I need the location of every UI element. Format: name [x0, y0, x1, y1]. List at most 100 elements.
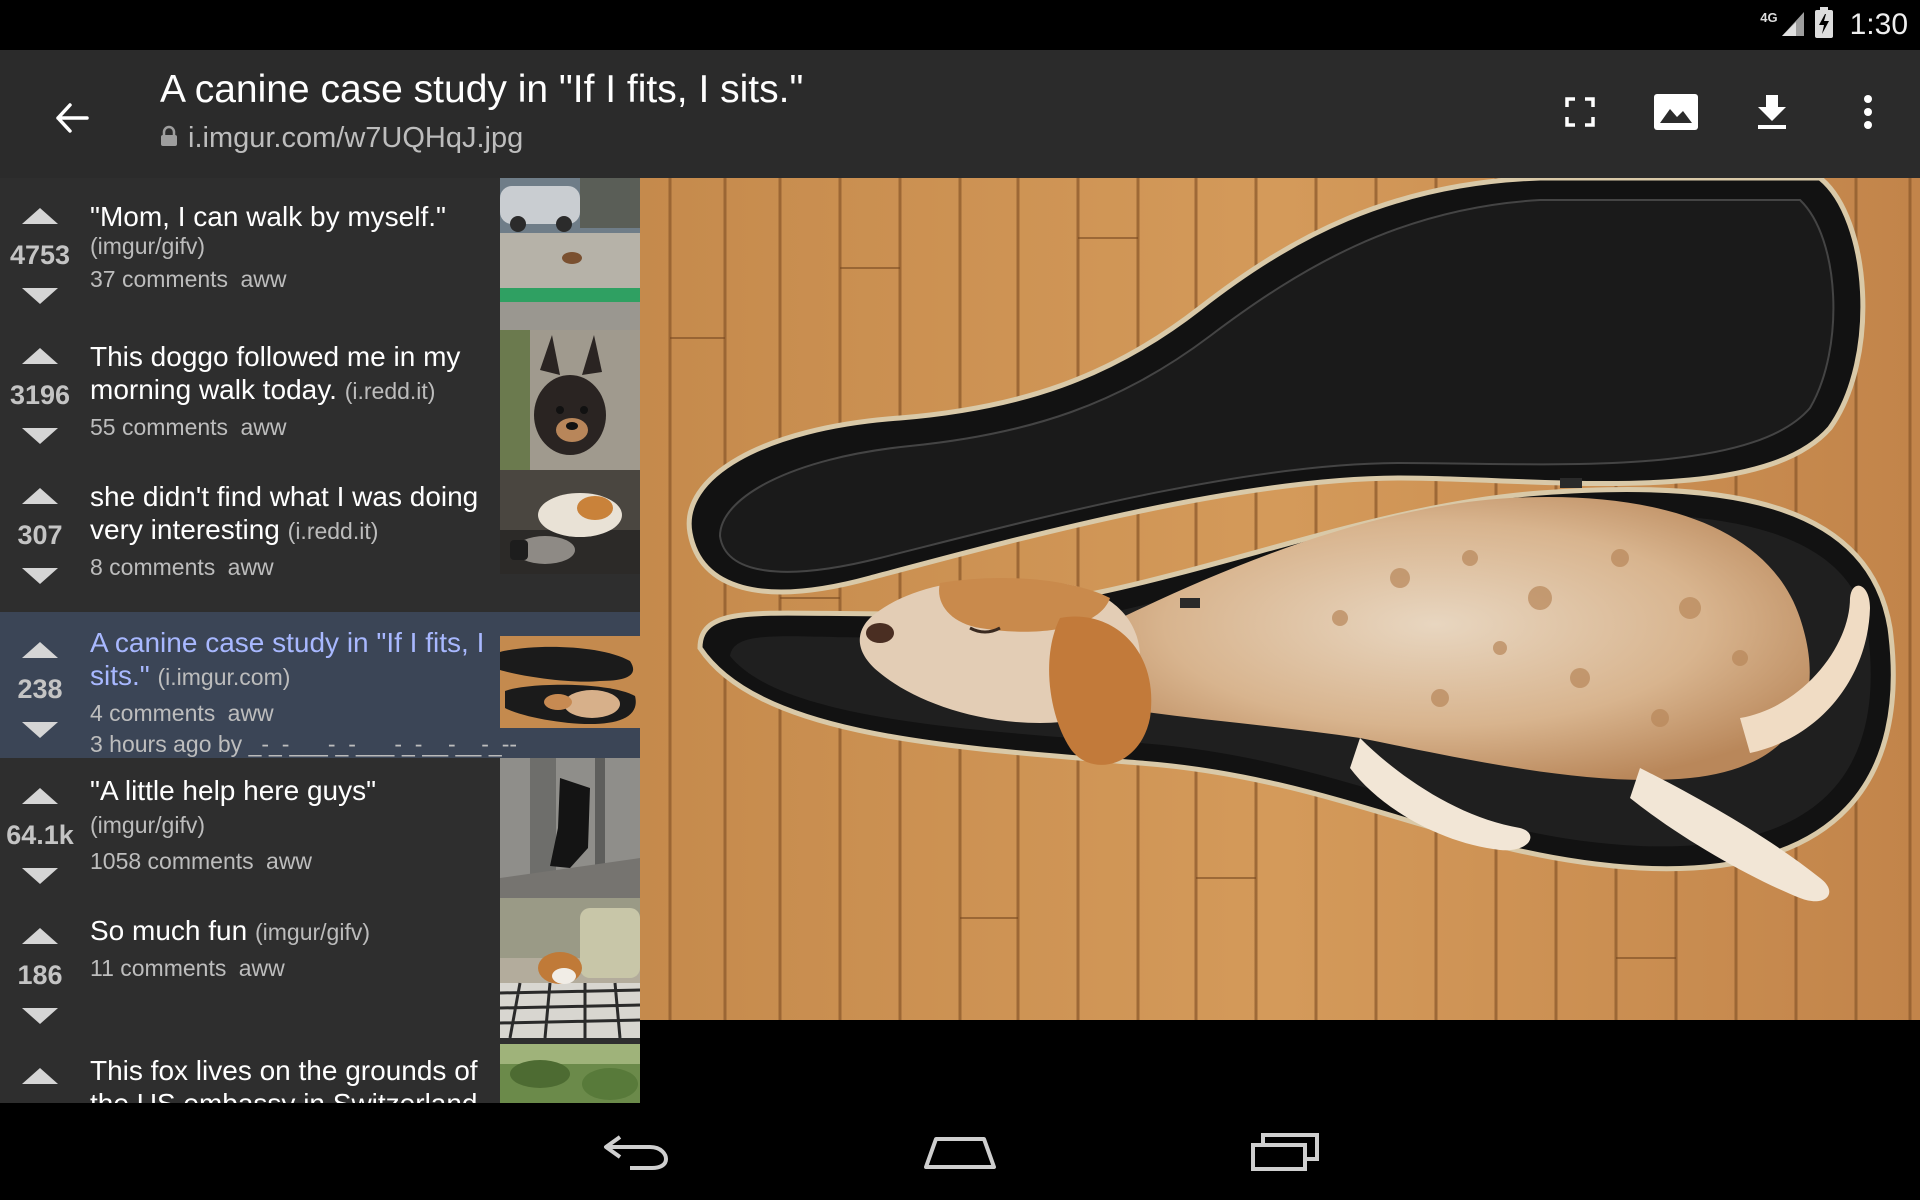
list-item[interactable]: 313 This fox lives on the grounds of the…	[0, 1038, 640, 1103]
nav-home-button[interactable]	[915, 1121, 1005, 1181]
vote-column: 238	[0, 612, 80, 752]
post-body[interactable]: This fox lives on the grounds of the US …	[90, 1054, 490, 1103]
post-meta: 55 comments aww	[90, 414, 490, 441]
upvote-arrow-icon[interactable]	[22, 208, 58, 224]
post-meta: 1058 comments aww	[90, 848, 490, 875]
post-meta: 11 comments aww	[90, 955, 490, 982]
nav-recents-button[interactable]	[1240, 1121, 1330, 1181]
post-title: So much fun	[90, 915, 248, 946]
lock-icon	[160, 125, 178, 152]
post-thumbnail[interactable]	[500, 1044, 640, 1103]
post-thumbnail[interactable]	[500, 470, 640, 574]
downvote-arrow-icon[interactable]	[22, 722, 58, 738]
comment-count[interactable]: 11 comments	[90, 955, 226, 981]
score: 4753	[9, 240, 71, 270]
upvote-arrow-icon[interactable]	[22, 348, 58, 364]
main-image[interactable]	[640, 178, 1920, 1020]
downvote-arrow-icon[interactable]	[22, 568, 58, 584]
post-domain: (imgur/gifv)	[254, 919, 370, 945]
download-icon	[1758, 95, 1786, 129]
nav-back-button[interactable]	[590, 1121, 680, 1181]
list-item[interactable]: 64.1k "A little help here guys" (imgur/g…	[0, 758, 640, 898]
comment-count[interactable]: 4 comments	[90, 700, 215, 726]
clock: 1:30	[1849, 8, 1908, 41]
post-domain: (i.imgur.com)	[157, 664, 291, 690]
post-thumbnail[interactable]	[500, 178, 640, 330]
comment-count[interactable]: 55 comments	[90, 414, 228, 440]
downvote-arrow-icon[interactable]	[22, 288, 58, 304]
list-item[interactable]: 4753 "Mom, I can walk by myself." (imgur…	[0, 178, 640, 330]
nav-recents-icon	[1251, 1133, 1319, 1171]
post-body[interactable]: So much fun (imgur/gifv) 11 comments aww	[90, 914, 490, 982]
post-list[interactable]: 4753 "Mom, I can walk by myself." (imgur…	[0, 178, 640, 1103]
downvote-arrow-icon[interactable]	[22, 1008, 58, 1024]
post-title-line: This doggo followed me in my morning wal…	[90, 340, 490, 408]
list-item[interactable]: 3196 This doggo followed me in my mornin…	[0, 318, 640, 470]
post-age: 3 hours ago	[90, 731, 212, 757]
vote-column: 4753	[0, 178, 80, 318]
image-button[interactable]	[1642, 78, 1710, 146]
subreddit[interactable]: aww	[240, 414, 286, 440]
back-button[interactable]	[40, 86, 104, 150]
post-title: This fox lives on the grounds of the US …	[90, 1055, 485, 1103]
post-domain: (i.redd.it)	[287, 518, 379, 544]
post-body[interactable]: A canine case study in "If I fits, I sit…	[90, 626, 517, 758]
post-body[interactable]: "Mom, I can walk by myself." (imgur/gifv…	[90, 200, 490, 293]
post-title: she didn't find what I was doing very in…	[90, 481, 479, 545]
post-meta: 4 comments aww	[90, 700, 490, 727]
by-label: by	[217, 731, 243, 757]
post-body[interactable]: "A little help here guys" (imgur/gifv) 1…	[90, 774, 490, 875]
fullscreen-button[interactable]	[1546, 78, 1614, 146]
downvote-arrow-icon[interactable]	[22, 428, 58, 444]
subreddit[interactable]: aww	[239, 955, 285, 981]
post-meta: 8 comments aww	[90, 554, 490, 581]
subreddit[interactable]: aww	[228, 554, 274, 580]
vote-column: 186	[0, 898, 80, 1038]
post-title: "A little help here guys"	[90, 775, 377, 806]
nav-back-icon	[604, 1135, 669, 1170]
more-options-button[interactable]	[1834, 78, 1902, 146]
post-domain: (i.redd.it)	[344, 378, 436, 404]
upvote-arrow-icon[interactable]	[22, 928, 58, 944]
subreddit[interactable]: aww	[266, 848, 312, 874]
upvote-arrow-icon[interactable]	[22, 1068, 58, 1084]
post-body[interactable]: she didn't find what I was doing very in…	[90, 480, 490, 581]
subreddit[interactable]: aww	[228, 700, 274, 726]
post-title-line: This fox lives on the grounds of the US …	[90, 1054, 490, 1103]
post-byline: 3 hours ago by _-_-___-_-___-_-__-__-_--	[90, 731, 517, 758]
post-thumbnail[interactable]	[500, 758, 640, 898]
fullscreen-icon	[1565, 97, 1595, 127]
download-button[interactable]	[1738, 78, 1806, 146]
comment-count[interactable]: 37 comments	[90, 266, 228, 292]
list-item[interactable]: 307 she didn't find what I was doing ver…	[0, 458, 640, 598]
navigation-bar	[0, 1103, 1920, 1200]
post-author[interactable]: _-_-___-_-___-_-__-__-_--	[249, 731, 517, 757]
post-title-line: "Mom, I can walk by myself."	[90, 200, 490, 233]
title-block: A canine case study in "If I fits, I sit…	[160, 68, 803, 155]
nav-home-icon	[924, 1137, 996, 1169]
upvote-arrow-icon[interactable]	[22, 788, 58, 804]
post-thumbnail[interactable]	[500, 330, 640, 470]
comment-count[interactable]: 8 comments	[90, 554, 215, 580]
battery-charging-icon	[1814, 6, 1834, 44]
vote-column: 307	[0, 458, 80, 598]
list-item-selected[interactable]: 238 A canine case study in "If I fits, I…	[0, 612, 640, 758]
post-body[interactable]: This doggo followed me in my morning wal…	[90, 340, 490, 441]
more-vert-icon	[1864, 95, 1872, 129]
post-thumbnail[interactable]	[500, 636, 640, 728]
network-type: 4G	[1760, 9, 1778, 25]
post-domain: (imgur/gifv)	[90, 812, 206, 838]
comment-count[interactable]: 1058 comments	[90, 848, 254, 874]
downvote-arrow-icon[interactable]	[22, 868, 58, 884]
post-title-line: So much fun (imgur/gifv)	[90, 914, 490, 949]
list-item[interactable]: 186 So much fun (imgur/gifv) 11 comments…	[0, 898, 640, 1038]
post-thumbnail[interactable]	[500, 898, 640, 1038]
upvote-arrow-icon[interactable]	[22, 488, 58, 504]
signal-icon	[1780, 8, 1806, 43]
toolbar: A canine case study in "If I fits, I sit…	[0, 50, 1920, 178]
back-arrow-icon	[56, 103, 89, 133]
upvote-arrow-icon[interactable]	[22, 642, 58, 658]
subreddit[interactable]: aww	[240, 266, 286, 292]
score: 64.1k	[6, 820, 74, 850]
url-text: i.imgur.com/w7UQHqJ.jpg	[188, 122, 524, 154]
